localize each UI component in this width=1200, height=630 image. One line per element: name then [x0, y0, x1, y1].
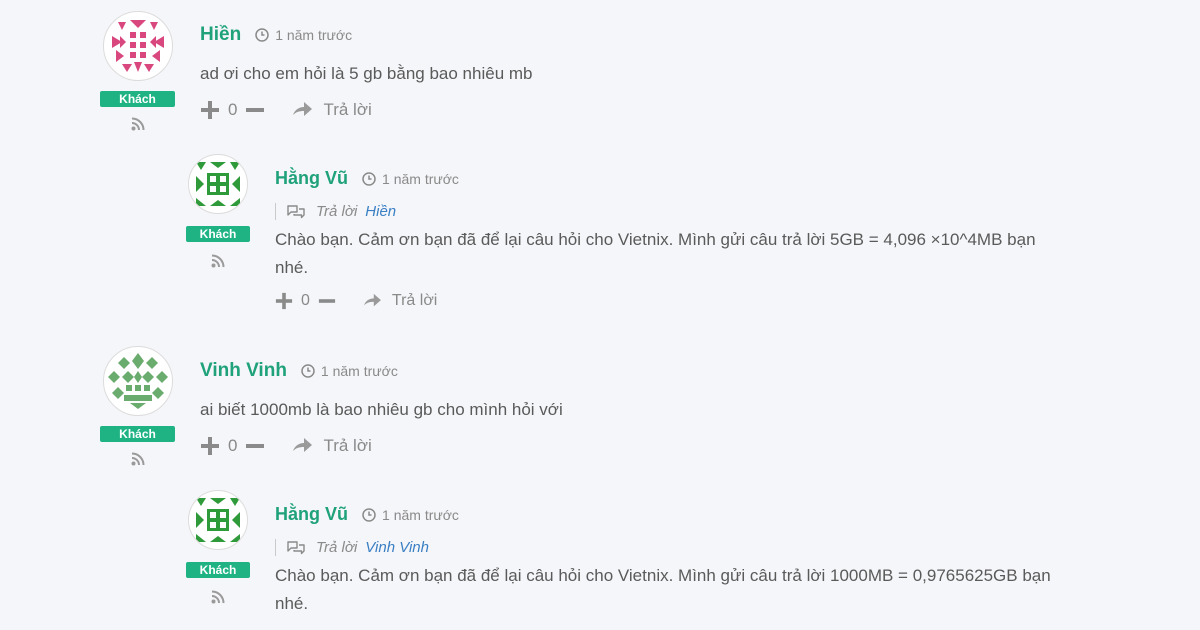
guest-badge: Khách: [186, 562, 250, 578]
comment-meta: Vinh Vinh 1 năm trước: [200, 360, 1080, 382]
author-name[interactable]: Vinh Vinh: [200, 360, 287, 382]
avatar[interactable]: [102, 346, 173, 416]
comment-actions: 0 Trả lời: [275, 292, 1075, 310]
identicon-image: [196, 498, 240, 542]
guest-badge: Khách: [100, 91, 175, 107]
comment-text: ai biết 1000mb là bao nhiêu gb cho mình …: [200, 400, 563, 419]
reply-context-label: Trả lời: [316, 539, 358, 556]
reply-button[interactable]: Trả lời: [291, 436, 372, 456]
comment-text: Chào bạn. Cảm ơn bạn đã để lại câu hỏi c…: [275, 230, 1036, 277]
timestamp: 1 năm trước: [275, 27, 353, 43]
comment-meta: Hằng Vũ 1 năm trước: [275, 168, 1075, 189]
reply-target-link[interactable]: Vinh Vinh: [365, 539, 429, 556]
plus-icon[interactable]: [200, 100, 220, 120]
guest-badge: Khách: [100, 426, 175, 442]
guest-badge: Khách: [186, 226, 250, 242]
rss-icon[interactable]: [211, 590, 225, 604]
rss-icon[interactable]: [131, 452, 145, 466]
comment-actions: 0 Trả lời: [200, 100, 1080, 120]
identicon-image: [111, 20, 164, 72]
clock-icon: [255, 28, 269, 42]
comment-text: Chào bạn. Cảm ơn bạn đã để lại câu hỏi c…: [275, 566, 1051, 613]
identicon-image: [196, 162, 240, 206]
minus-icon[interactable]: [245, 100, 265, 120]
plus-icon[interactable]: [275, 292, 293, 310]
minus-icon[interactable]: [245, 436, 265, 456]
vote-count: 0: [228, 436, 238, 455]
comment-actions: 0 Trả lời: [200, 436, 1080, 456]
minus-icon[interactable]: [318, 292, 336, 310]
identicon-image: [107, 353, 168, 409]
clock-icon: [362, 171, 376, 186]
chat-bubbles-icon: [287, 204, 305, 218]
rss-icon[interactable]: [211, 254, 225, 268]
plus-icon[interactable]: [200, 436, 220, 456]
avatar[interactable]: [188, 154, 248, 214]
vote-count: 0: [228, 100, 238, 119]
timestamp: 1 năm trước: [382, 506, 459, 523]
comment-text: ad ơi cho em hỏi là 5 gb bằng bao nhiêu …: [200, 64, 533, 83]
reply-context: Trả lời Hiền: [275, 203, 1075, 220]
clock-icon: [301, 364, 315, 378]
reply-label: Trả lời: [323, 100, 372, 119]
reply-button[interactable]: Trả lời: [362, 292, 437, 310]
timestamp: 1 năm trước: [320, 363, 398, 379]
vote-count: 0: [301, 292, 310, 309]
reply-context-label: Trả lời: [316, 203, 358, 220]
author-name[interactable]: Hiền: [200, 24, 241, 46]
reply-arrow-icon: [363, 293, 381, 307]
reply-target-link[interactable]: Hiền: [365, 203, 396, 220]
comment-thread: Khách Hiền 1 năm trước ad ơi cho em hỏi …: [0, 0, 1200, 630]
reply-arrow-icon: [293, 102, 313, 116]
comment-meta: Hiền 1 năm trước: [200, 24, 1080, 46]
reply-arrow-icon: [293, 438, 313, 452]
chat-bubbles-icon: [287, 540, 305, 554]
author-name[interactable]: Hằng Vũ: [275, 168, 348, 189]
author-name[interactable]: Hằng Vũ: [275, 504, 348, 525]
rss-icon[interactable]: [131, 117, 145, 131]
comment-meta: Hằng Vũ 1 năm trước: [275, 504, 1075, 525]
reply-label: Trả lời: [323, 436, 372, 455]
reply-context: Trả lời Vinh Vinh: [275, 539, 1075, 556]
reply-label: Trả lời: [391, 292, 438, 309]
reply-button[interactable]: Trả lời: [291, 100, 372, 120]
clock-icon: [362, 507, 376, 522]
avatar[interactable]: [102, 11, 173, 81]
avatar[interactable]: [188, 490, 248, 550]
timestamp: 1 năm trước: [382, 170, 459, 187]
